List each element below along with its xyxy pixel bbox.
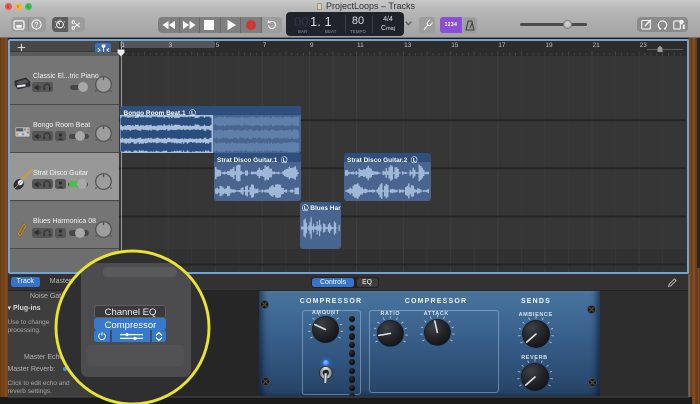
- svg-text:?: ?: [35, 22, 39, 29]
